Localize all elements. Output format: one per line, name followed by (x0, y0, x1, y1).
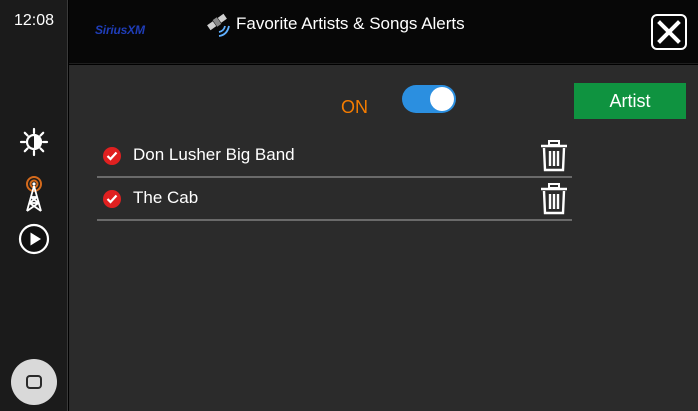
list-item[interactable]: The Cab (97, 178, 572, 221)
siriusxm-logo: SiriusXM (95, 23, 145, 37)
add-artist-button[interactable]: Artist (574, 83, 686, 119)
play-icon[interactable] (18, 223, 50, 255)
clock: 12:08 (13, 12, 55, 29)
trash-icon[interactable] (539, 140, 569, 172)
close-x-icon (657, 20, 681, 44)
system-rail: 12:08 (0, 0, 68, 411)
alerts-panel: ON Artist Don Lusher Big Band The Cab (69, 65, 698, 411)
home-button[interactable] (11, 359, 57, 405)
checkmark-icon[interactable] (103, 147, 121, 165)
header-bar: SiriusXM Favorite Artists & Songs Alerts (69, 0, 698, 64)
satellite-icon (205, 10, 233, 40)
toggle-knob (430, 87, 454, 111)
radio-tower-icon[interactable] (18, 174, 50, 214)
trash-icon[interactable] (539, 183, 569, 215)
home-square-icon (26, 375, 42, 389)
page-title: Favorite Artists & Songs Alerts (236, 14, 465, 33)
list-item[interactable]: Don Lusher Big Band (97, 135, 572, 178)
alerts-status-label: ON (341, 97, 368, 117)
checkmark-icon[interactable] (103, 190, 121, 208)
list-item-label: The Cab (133, 188, 199, 207)
close-button[interactable] (651, 14, 687, 50)
alerts-toggle[interactable] (402, 85, 456, 113)
app-frame: 12:08 SiriusXM Favorite Artists & Songs … (0, 0, 698, 411)
alerts-list: Don Lusher Big Band The Cab (97, 135, 572, 221)
brightness-icon[interactable] (18, 126, 50, 158)
list-item-label: Don Lusher Big Band (133, 145, 295, 164)
